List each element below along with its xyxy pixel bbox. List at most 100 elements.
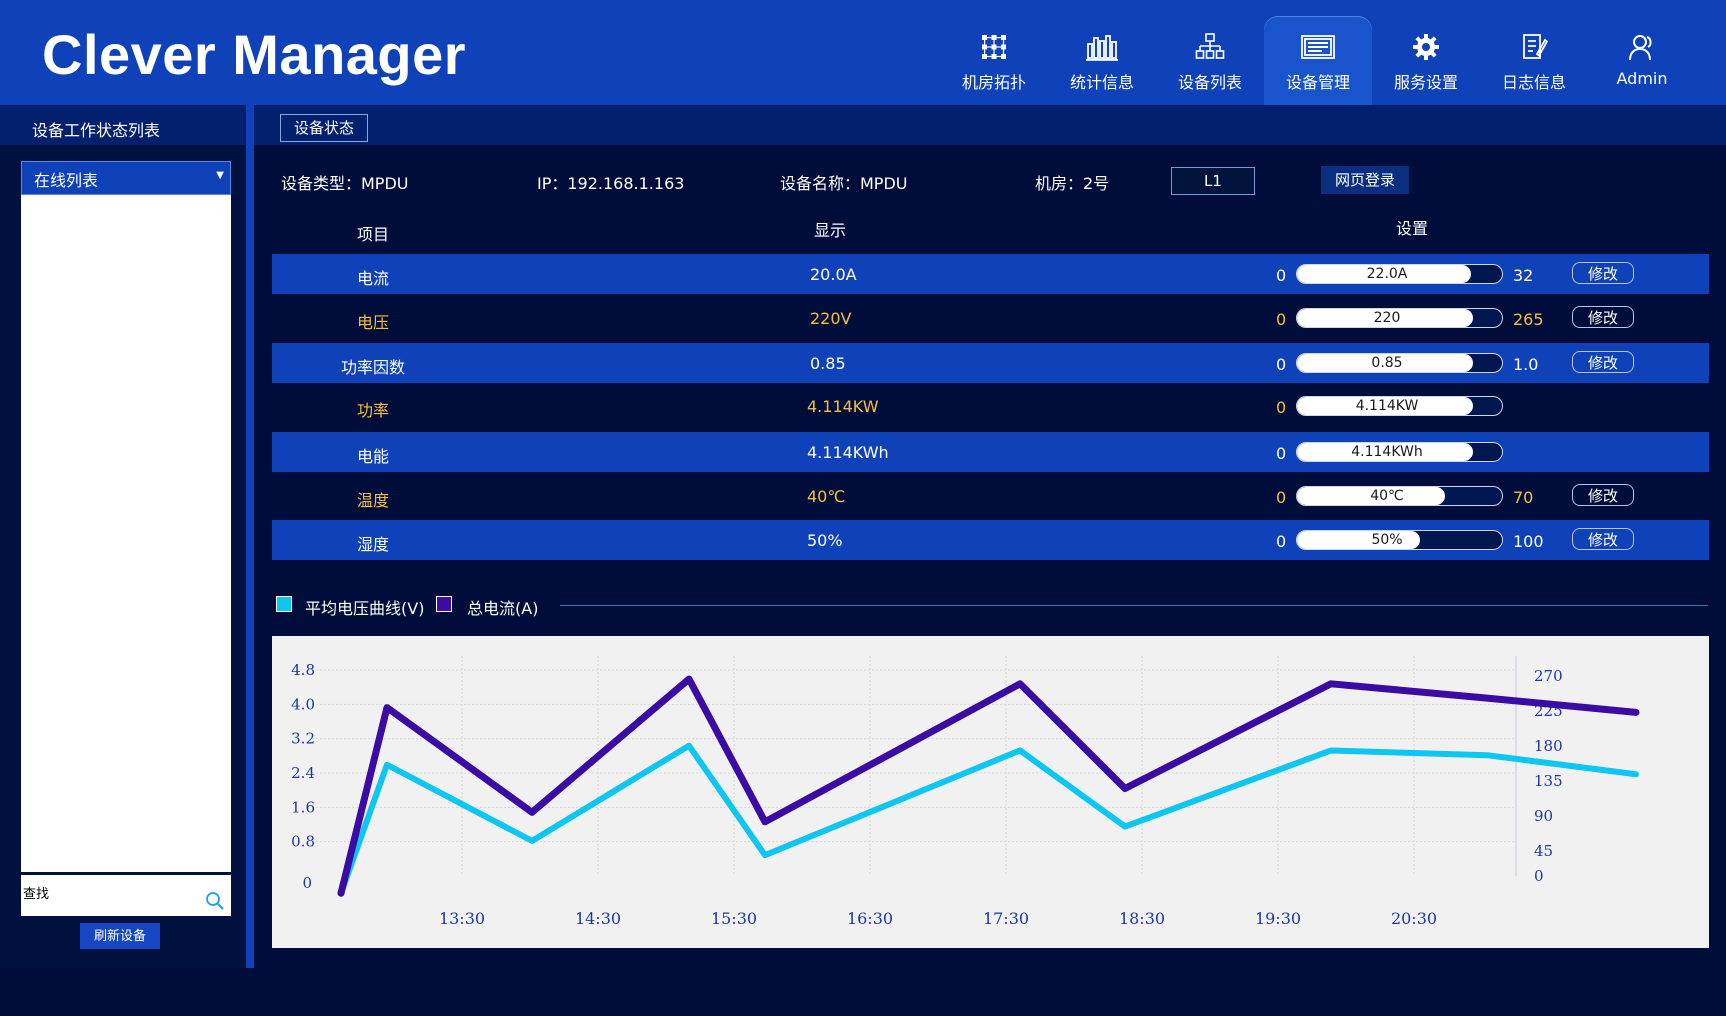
search-box [21,875,231,916]
nav-item-statistics[interactable]: 统计信息 [1048,16,1156,105]
row-min: 0 [1276,444,1287,463]
nav-label: 日志信息 [1501,73,1566,92]
row-display: 4.114KWh [807,443,889,462]
setting-slider[interactable]: 220 [1296,308,1503,328]
y-left-tick-label: 1.6 [291,798,315,816]
row-min: 0 [1276,310,1287,329]
slider-value: 50% [1371,532,1403,548]
app-header: Clever Manager 机房拓扑 统计信息 设备列表 设备管理 服务设置 … [0,0,1726,105]
row-display: 50% [807,531,843,550]
line-selector[interactable]: L1 [1171,167,1255,195]
y-left-tick-label: 4.8 [291,661,315,679]
nav-item-log-info[interactable]: 日志信息 [1480,16,1588,105]
setting-slider[interactable]: 22.0A [1296,264,1503,284]
table-row-energy: 电能 4.114KWh 0 4.114KWh [272,432,1709,472]
select-value: 在线列表 [34,171,99,190]
x-tick-label: 16:30 [847,909,893,928]
device-list-area[interactable] [21,195,231,872]
row-display: 220V [810,309,852,328]
nav-item-topology[interactable]: 机房拓扑 [940,16,1048,105]
setting-slider[interactable]: 4.114KW [1296,396,1503,416]
sidebar-divider [246,105,254,968]
edit-button[interactable]: 修改 [1572,262,1634,284]
nav-label: 设备管理 [1285,73,1350,92]
setting-slider[interactable]: 50% [1296,530,1503,550]
setting-slider[interactable]: 40℃ [1296,486,1503,506]
x-tick-label: 19:30 [1255,909,1301,928]
table-row-current: 电流 20.0A 0 22.0A 32 修改 [272,254,1709,294]
y-right-tick-label: 0 [1534,867,1544,885]
table-row-humidity: 湿度 50% 0 50% 100 修改 [272,520,1709,560]
row-item: 电流 [357,269,390,288]
row-item: 湿度 [357,535,390,554]
nav-item-device-list[interactable]: 设备列表 [1156,16,1264,105]
edit-button[interactable]: 修改 [1572,528,1634,550]
user-icon [1629,35,1652,61]
nav-label: 机房拓扑 [961,73,1026,92]
x-tick-label: 14:30 [575,909,621,928]
y-right-tick-label: 90 [1534,807,1553,825]
setting-slider[interactable]: 0.85 [1296,353,1503,373]
refresh-devices-button[interactable]: 刷新设备 [80,923,160,949]
row-item: 功率 [357,401,390,420]
row-max: 70 [1513,488,1534,507]
y-left-tick-label: 3.2 [291,730,315,748]
statistics-icon [1086,35,1118,61]
edit-button[interactable]: 修改 [1572,484,1634,506]
row-max: 265 [1513,310,1544,329]
web-login-button[interactable]: 网页登录 [1321,166,1409,194]
row-item: 温度 [357,491,390,510]
table-row-voltage: 电压 220V 0 220 265 修改 [272,298,1709,338]
nav-label: 设备列表 [1177,73,1242,92]
nav-label: 服务设置 [1393,73,1458,92]
sidebar-title: 设备工作状态列表 [32,121,161,140]
row-min: 0 [1276,355,1287,374]
slider-value: 40℃ [1370,488,1404,504]
row-item: 电能 [357,447,390,466]
device-list-icon [1195,33,1225,59]
row-max: 100 [1513,532,1544,551]
header-setting: 设置 [1396,219,1429,238]
y-right-tick-label: 135 [1534,772,1563,790]
voltage-series-line [338,742,1639,897]
nav-label: 统计信息 [1069,73,1134,92]
table-row-power: 功率 4.114KW 0 4.114KW [272,386,1709,426]
table-row-temperature: 温度 40℃ 0 40℃ 70 修改 [272,476,1709,516]
edit-button[interactable]: 修改 [1572,351,1634,373]
header-display: 显示 [814,221,847,240]
tab-device-status[interactable]: 设备状态 [280,114,369,142]
legend-swatch-voltage [276,596,292,612]
nav-item-admin[interactable]: Admin [1588,16,1696,105]
setting-slider[interactable]: 4.114KWh [1296,442,1503,462]
slider-value: 4.114KWh [1351,444,1423,460]
edit-button[interactable]: 修改 [1572,306,1634,328]
row-max: 1.0 [1513,355,1539,374]
x-tick-label: 20:30 [1391,909,1437,928]
device-room: 机房：2号 [1035,174,1110,193]
row-item: 电压 [357,313,390,332]
slider-value: 22.0A [1366,266,1408,282]
device-name: 设备名称：MPDU [780,174,908,193]
nav-label: Admin [1616,69,1668,88]
y-left-tick-label: 0 [302,874,312,892]
sidebar-header: 设备工作状态列表 [0,105,246,145]
device-management-icon [1301,35,1335,59]
row-min: 0 [1276,398,1287,417]
online-list-select[interactable]: 在线列表 ▼ [21,161,231,195]
topology-icon [982,35,1006,59]
nav-item-device-management[interactable]: 设备管理 [1264,16,1372,105]
row-min: 0 [1276,488,1287,507]
search-input[interactable] [23,875,193,913]
tab-bar: 设备状态 [254,105,1726,145]
row-display: 20.0A [810,265,857,284]
row-min: 0 [1276,532,1287,551]
search-icon[interactable] [205,891,225,911]
chart-svg: 00.81.62.43.24.04.80459013518022527013:3… [291,656,1640,928]
slider-value: 220 [1373,310,1401,326]
log-icon [1523,34,1549,59]
device-status-sidebar: 设备工作状态列表 在线列表 ▼ 刷新设备 [0,105,246,968]
current-series-line [337,675,1640,897]
nav-item-service-settings[interactable]: 服务设置 [1372,16,1480,105]
line-chart: 0 0.8 1.6 2.4 3.2 4.0 4.8 0 45 90 135 180 225 270 13:3… [272,636,1709,948]
x-tick-label: 17:30 [983,909,1029,928]
